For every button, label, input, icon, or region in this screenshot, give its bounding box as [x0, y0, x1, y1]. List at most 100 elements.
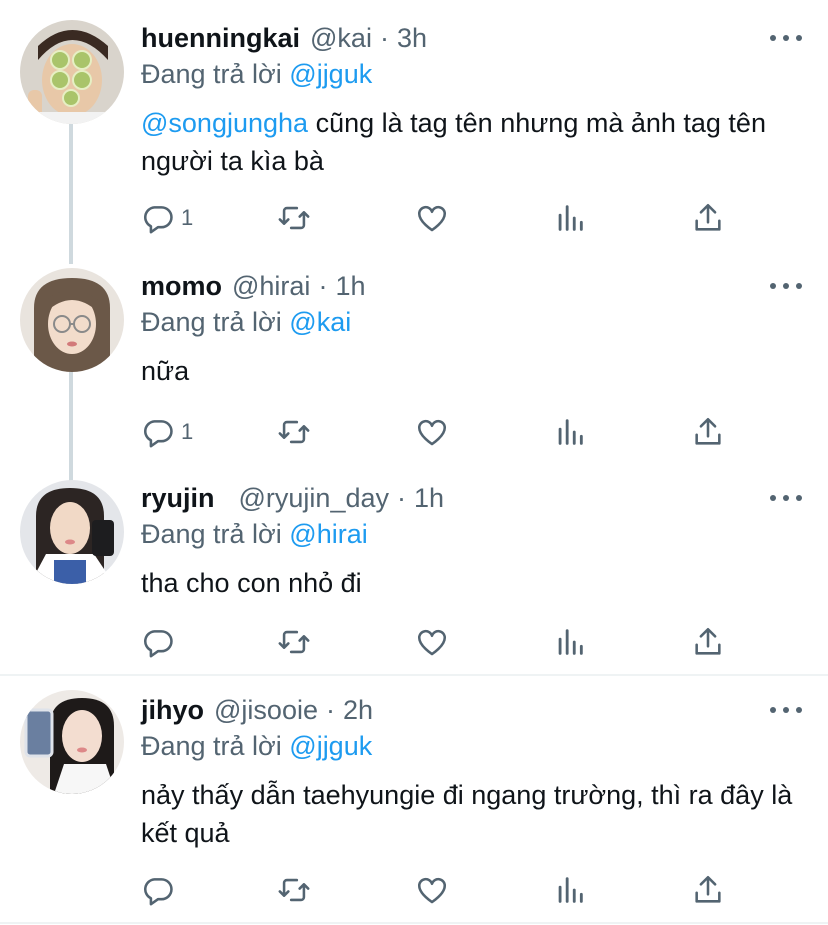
- retweet-icon: [278, 878, 310, 902]
- action-bar: 1: [141, 412, 741, 452]
- like-icon: [417, 877, 447, 904]
- avatar[interactable]: [20, 480, 124, 584]
- tweet[interactable]: huenningkai @kai · 3h Đang trả lời @jjgu…: [0, 0, 828, 264]
- analytics-icon: [558, 629, 583, 655]
- replying-to: Đang trả lời @jjguk: [141, 730, 372, 762]
- replying-label: Đang trả lời: [141, 59, 282, 89]
- analytics-icon: [558, 877, 583, 903]
- analytics-button[interactable]: [553, 622, 587, 662]
- reply-button[interactable]: [141, 870, 181, 910]
- replying-to: Đang trả lời @jjguk: [141, 58, 372, 90]
- analytics-icon: [558, 419, 583, 445]
- separator: ·: [318, 271, 328, 301]
- share-icon: [695, 417, 721, 445]
- share-icon: [695, 627, 721, 655]
- tweet-text: @songjungha cũng là tag tên nhưng mà ảnh…: [141, 104, 801, 180]
- like-button[interactable]: [415, 198, 449, 238]
- share-icon: [695, 203, 721, 231]
- display-name[interactable]: jihyo: [141, 694, 204, 726]
- more-icon[interactable]: [770, 278, 802, 294]
- tweet[interactable]: jihyo @jisooie · 2h Đang trả lời @jjguk …: [0, 676, 828, 924]
- user-handle[interactable]: @hirai: [232, 270, 310, 302]
- more-icon[interactable]: [770, 30, 802, 46]
- tweet-body: nữa: [141, 356, 190, 386]
- separator: ·: [379, 23, 389, 53]
- replying-label: Đang trả lời: [141, 307, 282, 337]
- reply-count: 1: [181, 205, 194, 230]
- share-button[interactable]: [691, 412, 725, 452]
- share-icon: [695, 875, 721, 903]
- reply-button[interactable]: [141, 622, 181, 662]
- timestamp[interactable]: 1h: [414, 482, 444, 514]
- reply-icon: [144, 630, 173, 658]
- share-button[interactable]: [691, 198, 725, 238]
- reply-button[interactable]: 1: [141, 198, 193, 238]
- replying-to-link[interactable]: @hirai: [289, 519, 367, 549]
- tweet-header: momo @hirai · 1h: [141, 270, 365, 302]
- like-icon: [417, 629, 447, 656]
- user-handle[interactable]: @jisooie: [214, 694, 318, 726]
- separator: ·: [397, 483, 406, 513]
- like-button[interactable]: [415, 622, 449, 662]
- tweet[interactable]: momo @hirai · 1h Đang trả lời @kai nữa 1: [0, 260, 828, 490]
- tweet-header: jihyo @jisooie · 2h: [141, 694, 373, 726]
- timestamp[interactable]: 3h: [397, 22, 427, 54]
- timestamp[interactable]: 1h: [335, 270, 365, 302]
- tweet[interactable]: ryujin @ryujin_day · 1h Đang trả lời @hi…: [0, 470, 828, 674]
- analytics-button[interactable]: [553, 870, 587, 910]
- retweet-icon: [278, 630, 310, 654]
- more-icon[interactable]: [770, 702, 802, 718]
- like-button[interactable]: [415, 412, 449, 452]
- display-name[interactable]: huenningkai: [141, 22, 300, 54]
- tweet-text: nữa: [141, 352, 801, 390]
- timestamp[interactable]: 2h: [343, 694, 373, 726]
- tweet-text: tha cho con nhỏ đi: [141, 564, 801, 602]
- more-icon[interactable]: [770, 490, 802, 506]
- separator: ·: [325, 695, 335, 725]
- display-name[interactable]: ryujin: [141, 482, 215, 514]
- avatar[interactable]: [20, 690, 124, 794]
- replying-label: Đang trả lời: [141, 731, 282, 761]
- reply-icon: [144, 878, 173, 906]
- analytics-icon: [558, 205, 583, 231]
- display-name[interactable]: momo: [141, 270, 222, 302]
- reply-icon: [144, 420, 173, 448]
- action-bar: [141, 870, 741, 910]
- user-handle[interactable]: @ryujin_day: [239, 482, 389, 514]
- avatar[interactable]: [20, 268, 124, 372]
- analytics-button[interactable]: [553, 412, 587, 452]
- replying-to-link[interactable]: @kai: [289, 307, 351, 337]
- user-handle[interactable]: @kai: [310, 22, 372, 54]
- replying-to-link[interactable]: @jjguk: [289, 731, 372, 761]
- divider: [0, 922, 828, 924]
- retweet-button[interactable]: [277, 412, 311, 452]
- share-button[interactable]: [691, 622, 725, 662]
- tweet-body: nảy thấy dẫn taehyungie đi ngang trường,…: [141, 780, 793, 848]
- share-button[interactable]: [691, 870, 725, 910]
- tweet-body: tha cho con nhỏ đi: [141, 568, 362, 598]
- retweet-button[interactable]: [277, 870, 311, 910]
- reply-button[interactable]: 1: [141, 412, 193, 452]
- analytics-button[interactable]: [553, 198, 587, 238]
- avatar[interactable]: [20, 20, 124, 124]
- action-bar: [141, 622, 741, 662]
- like-button[interactable]: [415, 870, 449, 910]
- tweet-header: ryujin @ryujin_day · 1h: [141, 482, 444, 514]
- like-icon: [417, 205, 447, 232]
- replying-to-link[interactable]: @jjguk: [289, 59, 372, 89]
- replying-to: Đang trả lời @kai: [141, 306, 351, 338]
- retweet-icon: [278, 206, 310, 230]
- tweet-header: huenningkai @kai · 3h: [141, 22, 427, 54]
- action-bar: 1: [141, 198, 741, 238]
- thread-connector: [69, 124, 73, 264]
- reply-icon: [144, 206, 173, 234]
- mention-link[interactable]: @songjungha: [141, 108, 308, 138]
- replying-to: Đang trả lời @hirai: [141, 518, 368, 550]
- replying-label: Đang trả lời: [141, 519, 282, 549]
- like-icon: [417, 419, 447, 446]
- retweet-button[interactable]: [277, 198, 311, 238]
- retweet-icon: [278, 420, 310, 444]
- tweet-text: nảy thấy dẫn taehyungie đi ngang trường,…: [141, 776, 801, 852]
- reply-count: 1: [181, 419, 194, 444]
- retweet-button[interactable]: [277, 622, 311, 662]
